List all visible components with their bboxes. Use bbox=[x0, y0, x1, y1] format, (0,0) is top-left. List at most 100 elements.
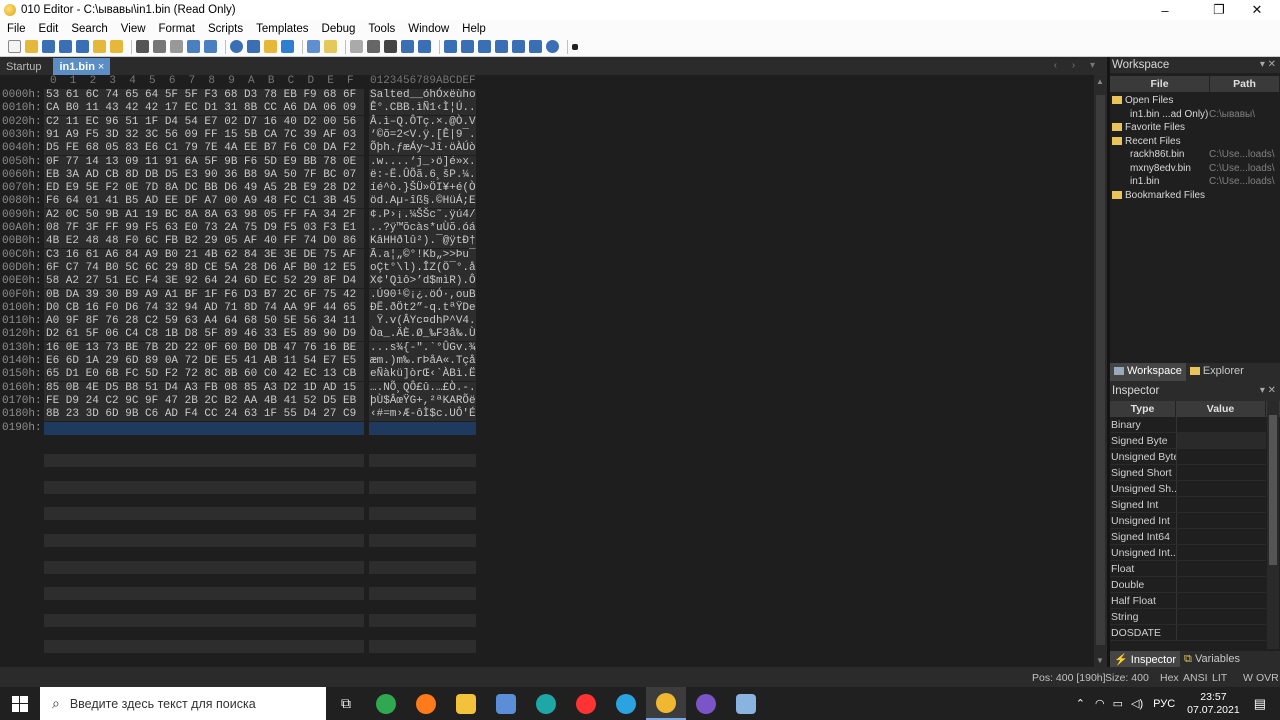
run-script-icon[interactable] bbox=[324, 40, 337, 53]
hex-row[interactable]: 0100h: D0 CB 16 F0 D6 74 32 94 AD 71 8D 7… bbox=[0, 301, 480, 315]
tab-explorer[interactable]: Explorer bbox=[1186, 363, 1248, 381]
menu-edit[interactable]: Edit bbox=[32, 23, 65, 35]
panel-close-icon[interactable]: ▾ ✕ bbox=[1260, 385, 1276, 396]
ascii-text[interactable]: Ê°.CBB.ìÑ1‹Ì¦Ú.. bbox=[369, 102, 476, 116]
hex-row[interactable]: 0020h: C2 11 EC 96 51 1F D4 54 E7 02 D7 1… bbox=[0, 115, 480, 129]
taskbar-yandex[interactable] bbox=[566, 687, 606, 720]
ascii-text[interactable]: ..?ÿ™õcàs*uÙõ.óá bbox=[369, 222, 476, 235]
inspector-row[interactable]: Double bbox=[1110, 577, 1266, 593]
ascii-text[interactable] bbox=[369, 421, 476, 435]
ascii-text[interactable]: ë:-Ë.ÛÕã.6¸šP.¼. bbox=[369, 168, 476, 182]
tab-nav-arrows[interactable]: ‹ › ▾ bbox=[1054, 60, 1101, 71]
hex-bytes[interactable]: ED E9 5E F2 0E 7D 8A DC BB D6 49 A5 2B E… bbox=[44, 182, 364, 196]
menu-view[interactable]: View bbox=[114, 23, 152, 35]
hex-row[interactable]: 00A0h: 08 7F 3F FF 99 F5 63 E0 73 2A 75 D… bbox=[0, 222, 480, 235]
hex-row[interactable]: 00F0h: 0B DA 39 30 B9 A9 A1 BF 1F F6 D3 B… bbox=[0, 288, 480, 302]
hex-row[interactable]: 0090h: A2 0C 50 9B A1 19 BC 8A 8A 63 98 0… bbox=[0, 208, 480, 222]
menu-tools[interactable]: Tools bbox=[361, 23, 401, 35]
hex-row[interactable]: 0150h: 65 D1 E0 6B FC 5D F2 72 8C 8B 60 C… bbox=[0, 368, 480, 382]
cut-icon[interactable] bbox=[136, 40, 149, 53]
ascii-text[interactable]: Ÿ.v(ÂYc¤dhP^V4. bbox=[369, 315, 476, 329]
save-as-icon[interactable] bbox=[59, 40, 72, 53]
inspector-row[interactable]: Unsigned Int... bbox=[1110, 545, 1266, 561]
taskbar-app-green[interactable] bbox=[366, 687, 406, 720]
ascii-text[interactable]: Â.ì–Q.ÔTç.×.@Ò.V bbox=[369, 115, 476, 129]
taskbar-search[interactable]: ⌕ Введите здесь текст для поиска bbox=[40, 687, 326, 720]
hex-mode-icon[interactable] bbox=[350, 40, 363, 53]
tree-file[interactable]: in1.bin ...ad Only)C:\ывавы\ bbox=[1110, 108, 1280, 122]
hex-bytes[interactable]: 4B E2 48 48 F0 6C FB B2 29 05 AF 40 FF 7… bbox=[44, 235, 364, 249]
hex-row[interactable]: 0140h: E6 6D 1A 29 6D 89 0A 72 DE E5 41 A… bbox=[0, 355, 480, 368]
tree-file[interactable]: in1.bin C:\Use...loads\ bbox=[1110, 175, 1280, 189]
menu-help[interactable]: Help bbox=[455, 23, 492, 35]
menu-debug[interactable]: Debug bbox=[315, 23, 362, 35]
file-column-header[interactable]: File bbox=[1110, 76, 1210, 92]
hex-row[interactable]: 0180h: 8B 23 3D 6D 9B C6 AD F4 CC 24 63 1… bbox=[0, 408, 480, 422]
inspector-row[interactable]: Unsigned Byte bbox=[1110, 449, 1266, 465]
inspector-value[interactable] bbox=[1176, 625, 1266, 640]
inspector-value[interactable] bbox=[1176, 513, 1266, 528]
paragraph-icon[interactable] bbox=[384, 40, 397, 53]
hex-bytes[interactable]: C2 11 EC 96 51 1F D4 54 E7 02 D7 16 40 D… bbox=[44, 115, 364, 129]
inspector-value[interactable] bbox=[1176, 529, 1266, 544]
inspector-row[interactable]: Signed Short bbox=[1110, 465, 1266, 481]
hex-bytes[interactable]: 16 0E 13 73 BE 7B 2D 22 0F 60 B0 DB 47 7… bbox=[44, 341, 364, 355]
hex-row[interactable]: 0130h: 16 0E 13 73 BE 7B 2D 22 0F 60 B0 D… bbox=[0, 341, 480, 355]
ascii-text[interactable]: Õþh.ƒæÁy~Jî·öÀÚò bbox=[369, 142, 476, 156]
type-column-header[interactable]: Type bbox=[1110, 401, 1176, 417]
status-w[interactable]: W bbox=[1243, 672, 1253, 684]
path-column-header[interactable]: Path bbox=[1210, 76, 1280, 92]
hex-row[interactable]: 00E0h: 58 A2 27 51 EC F4 3E 92 64 24 6D E… bbox=[0, 275, 480, 289]
taskbar-app-window[interactable] bbox=[726, 687, 766, 720]
task-view-button[interactable]: ⧉ bbox=[326, 687, 366, 720]
ascii-text[interactable]: KâHHðlû²).¯@ÿtÐ† bbox=[369, 235, 476, 249]
inspector-value[interactable] bbox=[1176, 465, 1266, 480]
taskbar-calculator[interactable] bbox=[486, 687, 526, 720]
hex-row[interactable]: 0120h: D2 61 5F 06 C4 C8 1B D8 5F 89 46 3… bbox=[0, 328, 480, 342]
settings-icon[interactable] bbox=[546, 40, 559, 53]
hex-bytes[interactable]: D5 FE 68 05 83 E6 C1 79 7E 4A EE B7 F6 C… bbox=[44, 142, 364, 156]
inspector-value[interactable] bbox=[1176, 545, 1266, 560]
save-all-icon[interactable] bbox=[76, 40, 89, 53]
hex-bytes[interactable]: 65 D1 E0 6B FC 5D F2 72 8C 8B 60 C0 42 E… bbox=[44, 368, 364, 382]
tree-folder[interactable]: Bookmarked Files bbox=[1110, 189, 1280, 203]
checksum-icon[interactable] bbox=[478, 40, 491, 53]
editor-scrollbar[interactable]: ▲ ▼ bbox=[1094, 75, 1107, 667]
ascii-text[interactable]: .Ú90¹©¡¿.öÓ·,ouB bbox=[369, 288, 476, 302]
hex-row[interactable]: 00C0h: C3 16 61 A6 84 A9 B0 21 4B 62 84 3… bbox=[0, 248, 480, 262]
notifications-icon[interactable]: ▤ bbox=[1254, 696, 1266, 712]
taskbar-firefox[interactable] bbox=[406, 687, 446, 720]
status-ovr[interactable]: OVR bbox=[1256, 672, 1279, 684]
hex-row[interactable]: 0050h: 0F 77 14 13 09 11 91 6A 5F 9B F6 5… bbox=[0, 155, 480, 169]
hex-bytes[interactable]: 8B 23 3D 6D 9B C6 AD F4 CC 24 63 1F 55 D… bbox=[44, 408, 364, 422]
hex-bytes[interactable]: 0F 77 14 13 09 11 91 6A 5F 9B F6 5D E9 B… bbox=[44, 155, 364, 169]
hex-row[interactable]: 0070h: ED E9 5E F2 0E 7D 8A DC BB D6 49 A… bbox=[0, 182, 480, 196]
value-column-header[interactable]: Value bbox=[1176, 401, 1266, 417]
menu-format[interactable]: Format bbox=[152, 23, 201, 35]
menu-search[interactable]: Search bbox=[64, 23, 113, 35]
inspector-row[interactable]: Signed Byte bbox=[1110, 433, 1266, 449]
inspector-row[interactable]: Signed Int bbox=[1110, 497, 1266, 513]
minimize-button[interactable]: – bbox=[1142, 0, 1188, 20]
clock[interactable]: 23:57 07.07.2021 bbox=[1187, 691, 1240, 717]
ascii-text[interactable]: ...s¾{-".`°ÛGv.¾ bbox=[369, 341, 476, 355]
inspector-row[interactable]: DOSDATE bbox=[1110, 625, 1266, 641]
inspector-row[interactable]: Half Float bbox=[1110, 593, 1266, 609]
inspector-value[interactable] bbox=[1176, 417, 1266, 432]
ascii-text[interactable]: þÙ$ÂœŸG+,²ªKARÕë bbox=[369, 394, 476, 408]
hex-bytes[interactable]: A0 9F 8F 76 28 C2 59 63 A4 64 68 50 5E 5… bbox=[44, 315, 364, 329]
tray-chevron-icon[interactable]: ⌃ bbox=[1076, 697, 1085, 710]
paste-icon[interactable] bbox=[170, 40, 183, 53]
hex-bytes[interactable]: A2 0C 50 9B A1 19 BC 8A 8A 63 98 05 FF F… bbox=[44, 208, 364, 222]
hex-editor[interactable]: 0 1 2 3 4 5 6 7 8 9 A B C D E F 01234567… bbox=[0, 75, 1094, 667]
status-lit[interactable]: LIT bbox=[1212, 672, 1227, 684]
ascii-text[interactable]: ‹#=m›Æ-ôÌ$c.UÔ'É bbox=[369, 408, 476, 422]
close-tab-icon[interactable]: × bbox=[98, 61, 104, 73]
inspector-row[interactable]: Unsigned Sh... bbox=[1110, 481, 1266, 497]
status-hex[interactable]: Hex bbox=[1160, 672, 1179, 684]
hex-row[interactable]: 0010h: CA B0 11 43 42 42 17 EC D1 31 8B C… bbox=[0, 102, 480, 116]
close-window-button[interactable]: ✕ bbox=[1234, 0, 1280, 20]
inspector-value[interactable] bbox=[1176, 449, 1266, 464]
hex-bytes[interactable]: EB 3A AD CB 8D DB D5 E3 90 36 B8 9A 50 7… bbox=[44, 168, 364, 182]
inspector-value[interactable] bbox=[1176, 593, 1266, 608]
